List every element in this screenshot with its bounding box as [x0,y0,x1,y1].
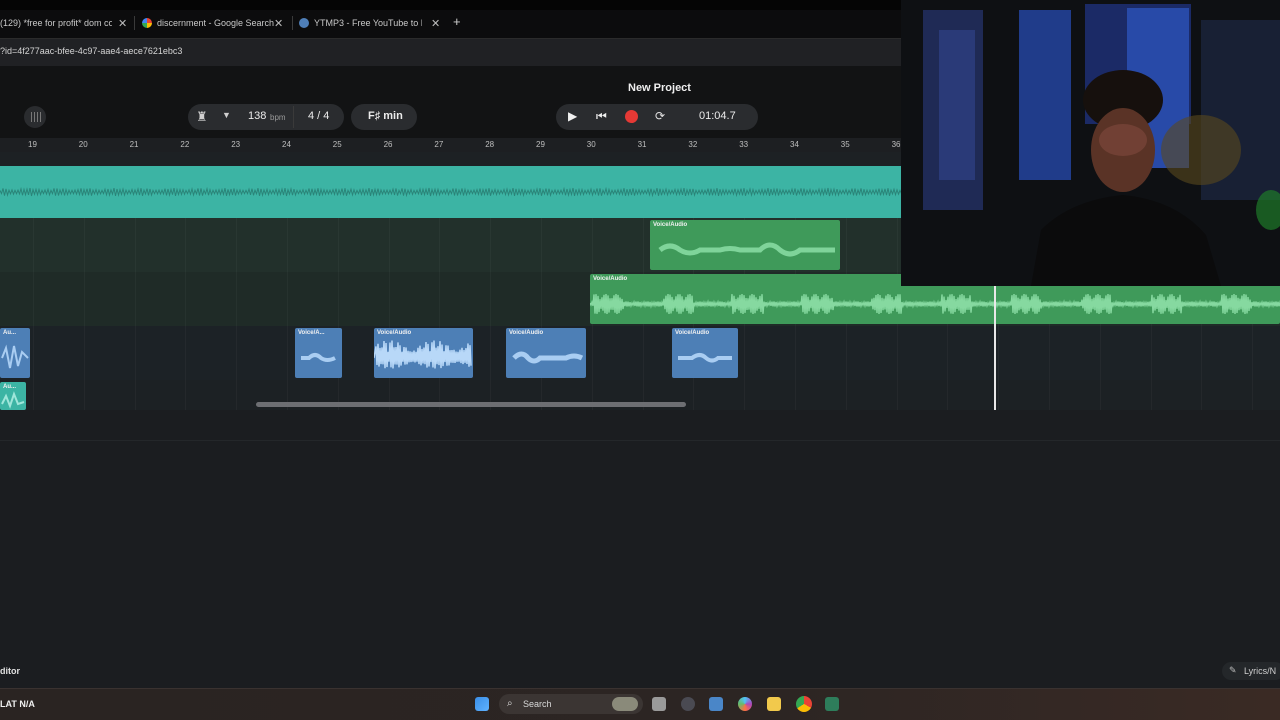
audio-clip[interactable]: Voice/Audio [650,220,840,270]
time-display: 01:04.7 [699,110,736,122]
ytmp3-favicon-icon [299,18,309,28]
clip-waveform [658,242,835,257]
ruler-bar-label: 20 [78,140,88,149]
new-tab-icon[interactable]: + [453,14,461,29]
grid-line [490,218,491,410]
grid-line [135,218,136,410]
url-text[interactable]: ?id=4f277aac-bfee-4c97-aae4-aece7621ebc3 [0,46,182,56]
grid-line [33,218,34,410]
audio-clip[interactable]: Voice/Audio [374,328,473,378]
grid-line [287,218,288,410]
pencil-icon: ✎ [1229,665,1237,675]
tab-title: YTMP3 - Free YouTube to MP3 [314,18,422,28]
play-icon[interactable]: ▶ [568,109,577,123]
skip-back-icon[interactable]: ⏮ [596,109,607,124]
key-value[interactable]: F♯ min [368,110,403,122]
ruler-bar-label: 30 [586,140,596,149]
ruler-bar-label: 28 [485,140,495,149]
webcam-image [901,0,1280,286]
playhead[interactable] [994,286,996,410]
ruler-bar-label: 25 [332,140,342,149]
ruler-bar-label: 35 [840,140,850,149]
browser-tab-youtube[interactable]: (129) *free for profit* dom corle ✕ [0,12,128,34]
grid-toggle-button[interactable] [24,106,46,128]
search-icon: ⌕ [507,698,513,709]
metronome-icon[interactable]: ♜ [196,109,208,125]
loop-icon[interactable]: ⟳ [655,109,665,123]
ruler-bar-label: 24 [282,140,291,149]
weather-status[interactable]: LAT N/A [0,699,35,709]
audio-clip[interactable]: Au... [0,328,30,378]
horizontal-scrollbar[interactable] [256,402,686,407]
ruler-bar-label: 21 [129,140,139,149]
bpm-value[interactable]: 138 [248,110,266,122]
4k-app-icon[interactable] [681,697,695,711]
ruler-bar-label: 31 [637,140,647,149]
mail-icon[interactable] [709,697,723,711]
tab-title: (129) *free for profit* dom corle [0,18,112,28]
task-view-icon[interactable] [652,697,666,711]
ruler-bar-label: 26 [383,140,393,149]
audio-clip[interactable]: Voice/Audio [506,328,586,378]
webcam-overlay [901,0,1280,286]
grid-line [338,218,339,410]
project-title: New Project [628,82,691,94]
close-tab-icon[interactable]: ✕ [431,17,440,30]
google-favicon-icon [142,18,152,28]
audio-clip[interactable]: Voice/Audio [672,328,738,378]
track-vocal-3[interactable] [0,326,1280,380]
ruler-bar-label: 23 [231,140,241,149]
grid-line [236,218,237,410]
file-explorer-icon[interactable] [767,697,781,711]
grid-line [185,218,186,410]
record-icon[interactable] [625,110,638,123]
app-icon[interactable] [825,697,839,711]
divider [293,106,294,128]
grid-line [439,218,440,410]
grid-line [84,218,85,410]
ruler-bar-label: 36 [891,140,901,149]
editor-label[interactable]: ditor [0,666,20,676]
browser-tab-google[interactable]: discernment - Google Search ✕ [142,12,288,34]
ruler-bar-label: 34 [790,140,799,149]
lyrics-label: Lyrics/N [1244,666,1277,676]
browser-tab-ytmp3[interactable]: YTMP3 - Free YouTube to MP3 ✕ [299,12,445,34]
chevron-down-icon[interactable]: ▼ [222,110,231,120]
ruler-bar-label: 27 [434,140,444,149]
ruler-bar-label: 33 [739,140,749,149]
close-tab-icon[interactable]: ✕ [274,17,283,30]
ruler-bar-label: 29 [536,140,545,149]
tab-divider [134,16,135,30]
time-signature[interactable]: 4 / 4 [308,110,329,122]
audio-clip[interactable]: Au... [0,382,26,410]
audio-clip[interactable]: Voice/A... [295,328,342,378]
beat-waveform [0,166,901,218]
ruler-bar-label: 32 [688,140,698,149]
close-tab-icon[interactable]: ✕ [118,17,127,30]
ruler-bar-label: 19 [28,140,37,149]
bpm-unit: bpm [270,113,286,122]
grid-line [541,218,542,410]
copilot-icon[interactable] [738,697,752,711]
tab-title: discernment - Google Search [157,18,275,28]
windows-start-icon[interactable] [475,697,489,711]
search-highlight-icon [612,697,638,711]
search-placeholder: Search [523,699,552,709]
grid-line [389,218,390,410]
chrome-icon[interactable] [796,696,812,712]
ruler-bar-label: 22 [180,140,190,149]
divider [0,440,1280,441]
tab-divider [292,16,293,30]
screen: (129) *free for profit* dom corle ✕ disc… [0,0,1280,720]
